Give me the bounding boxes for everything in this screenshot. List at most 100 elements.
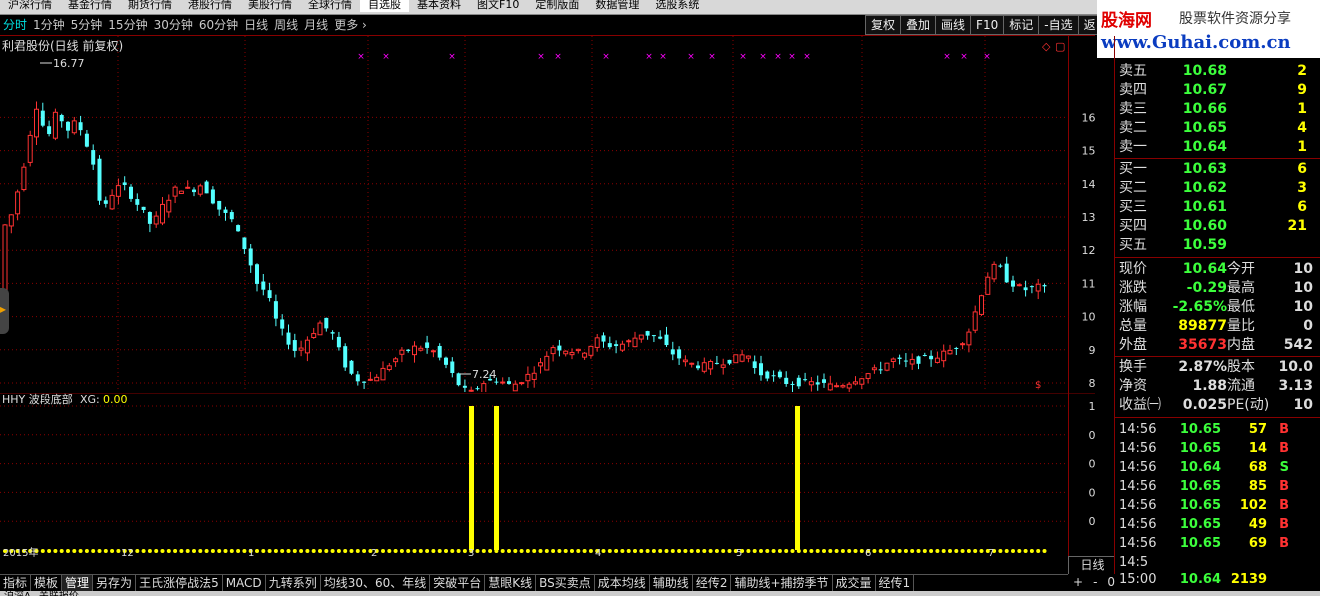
tab-control-button[interactable]: + [1068,575,1088,589]
signal-dot [1042,549,1047,553]
period-tab[interactable]: 5分钟 [68,15,106,35]
top-nav-item[interactable]: 定制版面 [527,0,587,12]
field-label: 涨幅 [1119,299,1147,315]
top-nav-item[interactable]: 沪深行情 [0,0,60,12]
status-item[interactable]: 关联报价 [35,591,83,596]
period-tab[interactable]: 60分钟 [196,15,241,35]
top-nav-item[interactable]: 选股系统 [647,0,707,12]
candle-up [2,224,8,291]
top-nav-item[interactable]: 基本资料 [409,0,469,12]
candlestick-chart[interactable]: × × × × × × × × × × × × × × × × × × ◇ ▢ $ 利君股份(日线 前复权) 16.77… [0,36,1095,392]
candle-down [677,349,682,359]
indicator-tab[interactable]: 辅助线 [650,575,693,591]
indicator-chart[interactable]: HHY 波段底部 XG: 0.00 1.00 0.80 0.60 0.40 0.20 2… [0,393,1095,557]
field-label: 买二 [1119,180,1147,196]
candle-up [689,362,695,365]
indicator-tab[interactable]: 经传1 [876,575,915,591]
field-value: 2 [1297,63,1307,79]
indicator-tab[interactable]: MACD [223,575,266,591]
field-label: 卖三 [1119,101,1147,117]
field-value: 10.59 [1182,237,1227,253]
candle-up [708,361,714,370]
indicator-tab[interactable]: 成本均线 [595,575,650,591]
candle-up [519,382,525,385]
indicator-tab[interactable]: 成交量 [833,575,876,591]
field-value: 10.66 [1182,101,1227,117]
candle-up [733,354,739,364]
tick-row: 14:56 10.65 102 B [1119,496,1289,515]
field-value: 2.87% [1178,359,1227,375]
signal-bar [469,406,474,550]
indicator-tab[interactable]: 经传2 [693,575,732,591]
toolbar-button[interactable]: F10 [970,15,1005,35]
top-nav-item[interactable]: 自选股 [360,0,409,12]
top-nav-item[interactable]: 全球行情 [300,0,360,12]
signal-dot [683,549,688,553]
signal-dot [292,549,297,553]
signal-dot [318,549,322,553]
signal-dot [444,549,448,553]
signal-dot [551,549,556,553]
top-nav-item[interactable]: 图文F10 [469,0,527,12]
square-icon[interactable]: ▢ [1055,40,1065,53]
indicator-tab[interactable]: 辅助线+捕捞季节 [731,575,833,591]
signal-dot [412,549,417,553]
indicator-tab[interactable]: 模板 [31,575,63,591]
top-nav-item[interactable]: 数据管理 [587,0,647,12]
indicator-tab[interactable]: 慧眼K线 [485,575,537,591]
period-tab[interactable]: 更多 › [331,15,370,35]
indicator-tab[interactable]: BS买卖点 [536,575,595,591]
signal-dot [626,549,631,553]
indicator-tab[interactable]: 指标 [0,575,32,591]
period-tab[interactable]: 分时 [0,15,30,35]
tab-control-button[interactable]: - [1088,575,1102,589]
signal-dot [790,549,795,553]
period-label[interactable]: 日线 [1068,556,1117,575]
indicator-tab[interactable]: 九转系列 [266,575,321,591]
period-tab[interactable]: 月线 [301,15,331,35]
tab-control-button[interactable]: 0 [1102,575,1120,589]
candle-down [223,209,228,213]
status-item[interactable]: 沪深A [0,591,35,596]
collapse-handle[interactable]: ▸ [0,288,9,334]
toolbar-button[interactable]: 标记 [1003,15,1040,35]
top-nav-item[interactable]: 基金行情 [60,0,120,12]
indicator-tab[interactable]: 突破平台 [430,575,486,591]
y-tick-label: 8.00 [1089,377,1096,390]
period-tab[interactable]: 1分钟 [30,15,68,35]
signal-mark: × [537,52,545,62]
signal-dot [223,549,228,553]
candle-up [808,381,814,386]
toolbar-button[interactable]: 叠加 [900,15,937,35]
candle-up [682,359,688,363]
signal-dot [217,549,222,553]
signal-dot [481,549,486,553]
signal-dot [179,549,184,553]
signal-dot [286,549,291,553]
toolbar-button[interactable]: -自选 [1038,15,1079,35]
period-tab[interactable]: 30分钟 [151,15,196,35]
signal-mark: × [708,52,716,62]
field-label: 14:56 [1119,517,1157,532]
candle-down [444,357,448,365]
indicator-tab[interactable]: 另存为 [93,575,137,591]
toolbar-button[interactable]: 复权 [865,15,902,35]
period-tab[interactable]: 周线 [271,15,301,35]
top-nav-item[interactable]: 港股行情 [180,0,240,12]
period-tab[interactable]: 15分钟 [105,15,150,35]
period-tab[interactable]: 日线 [241,15,271,35]
field-label: PE(动) [1227,397,1270,413]
top-nav-item[interactable]: 期货行情 [120,0,180,12]
diamond-icon[interactable]: ◇ [1042,40,1051,53]
signal-mark: × [554,52,562,62]
indicator-tab[interactable]: 王氏涨停战法5 [136,575,223,591]
toolbar-button[interactable]: 画线 [935,15,972,35]
candle-down [336,336,341,348]
indicator-tab[interactable]: 均线30、60、年线 [321,575,431,591]
top-nav-item[interactable]: 美股行情 [240,0,300,12]
candle-down [1011,280,1015,287]
candle-up [853,381,858,385]
indicator-tab[interactable]: 管理 [62,575,94,591]
candle-down [261,281,266,290]
field-label: 换手 [1119,359,1147,375]
